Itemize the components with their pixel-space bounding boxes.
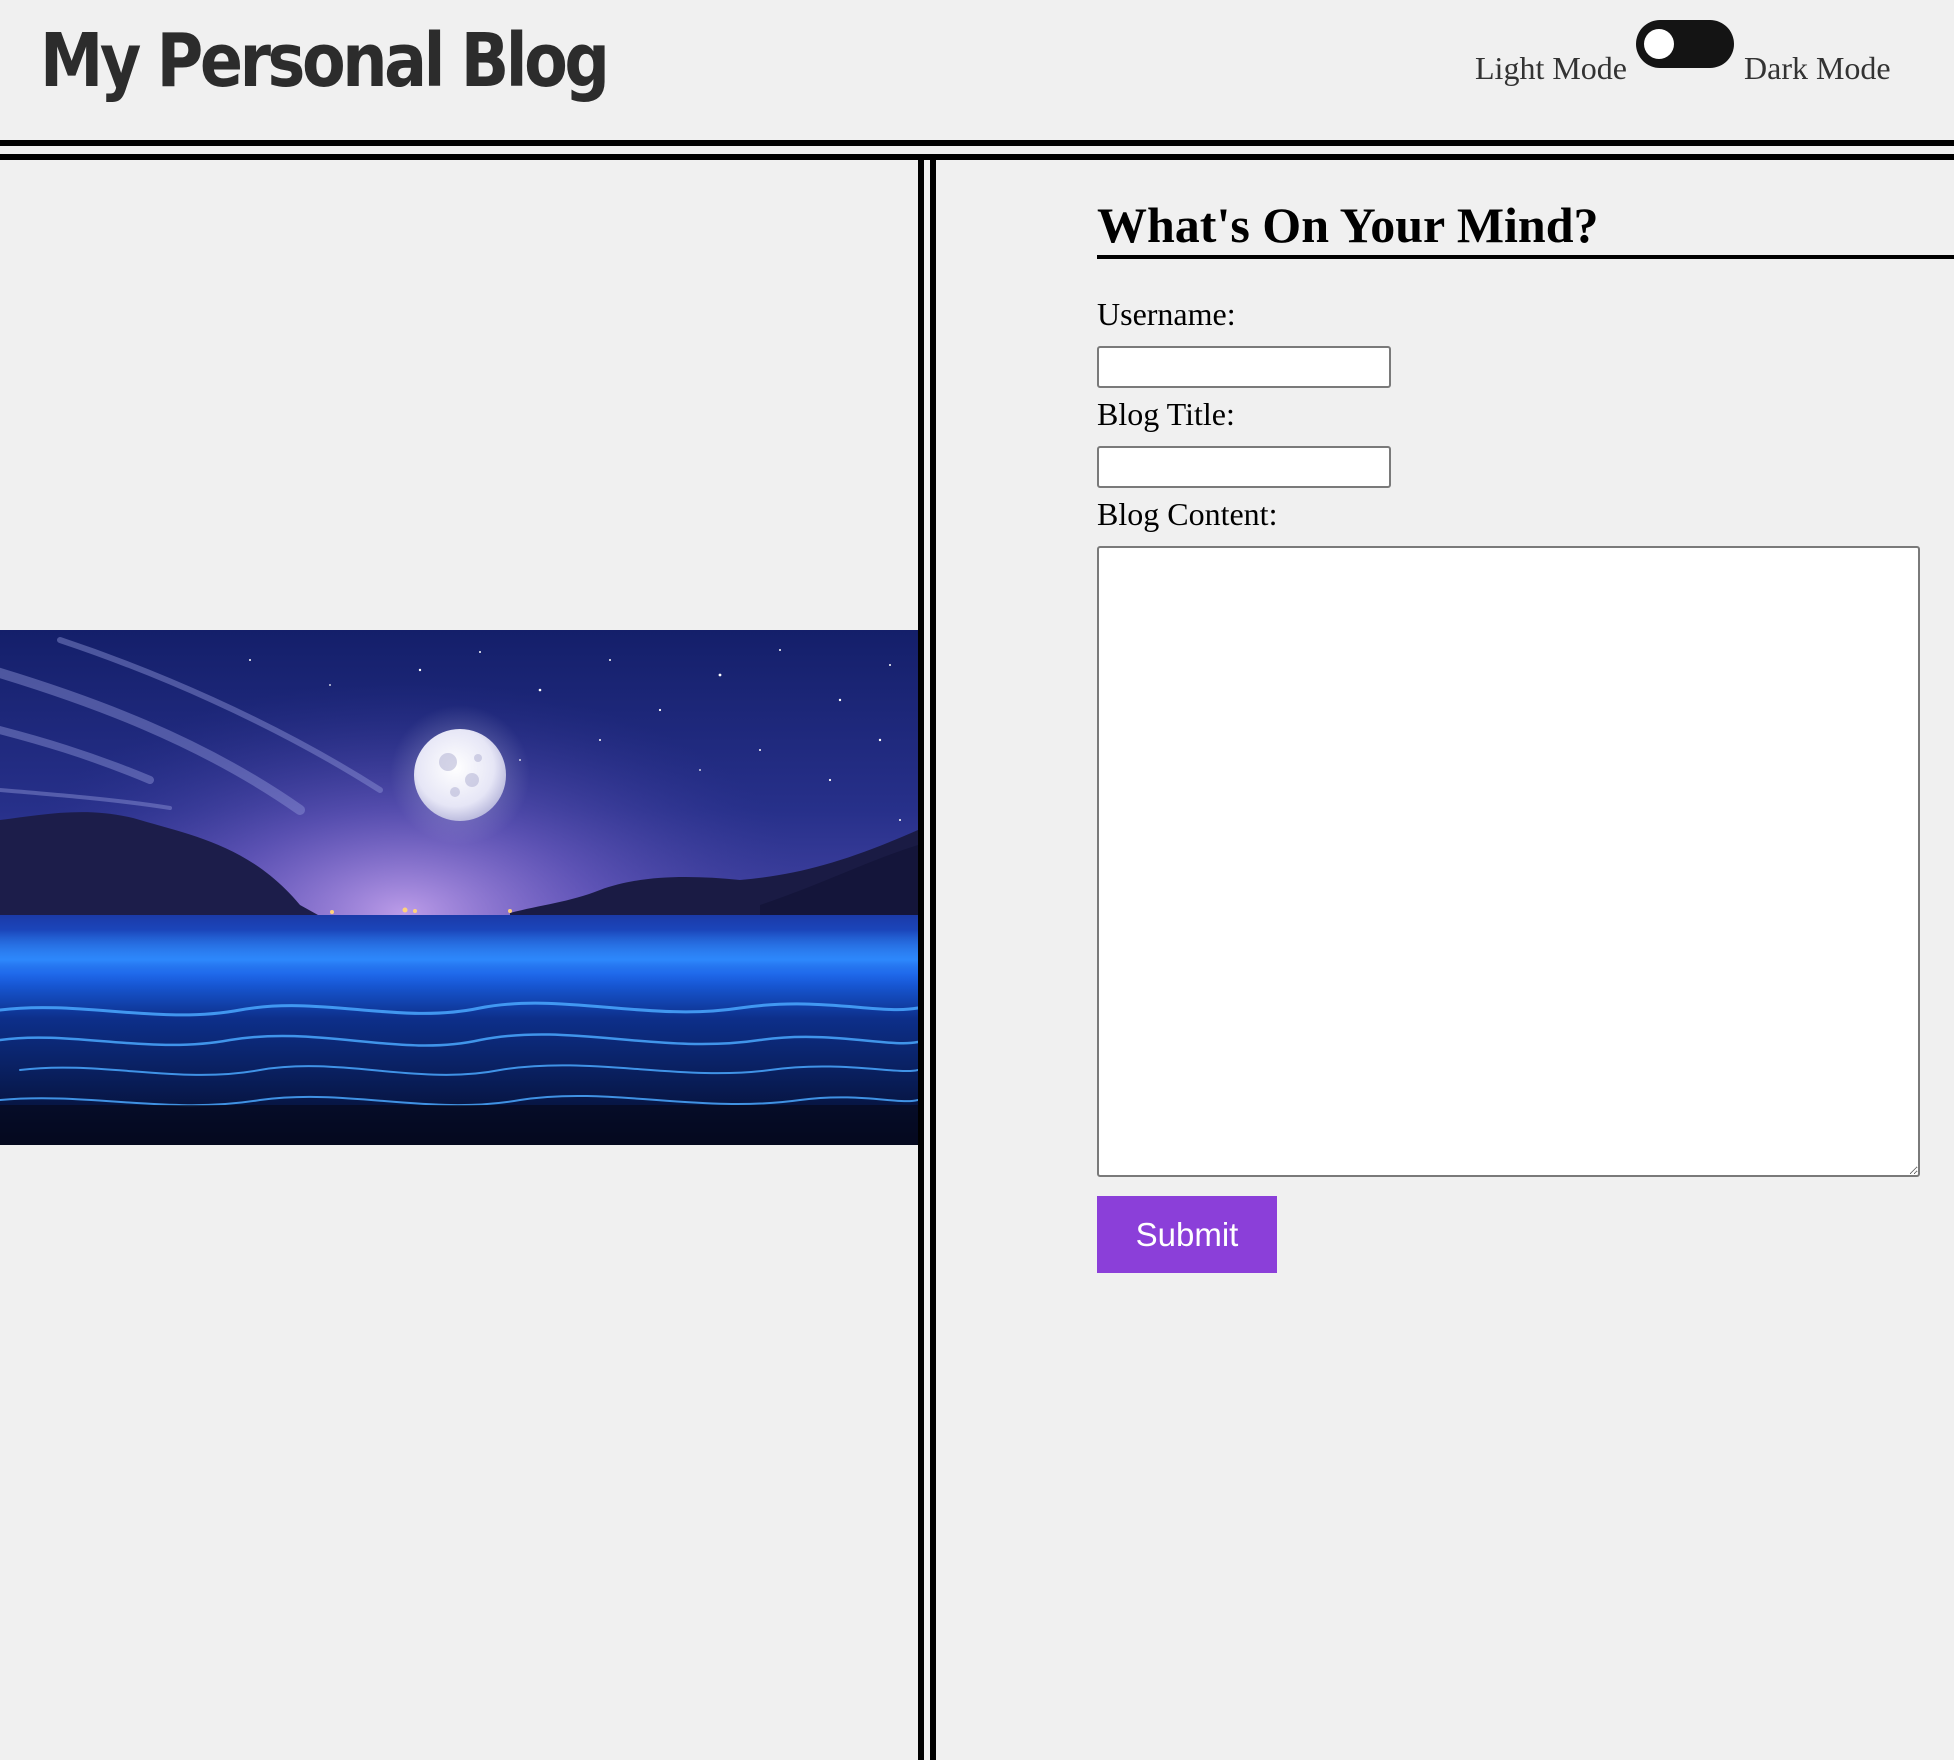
username-label: Username:	[1097, 296, 1236, 332]
site-title: My Personal Blog	[40, 18, 610, 104]
dark-mode-label: Dark Mode	[1744, 50, 1891, 86]
header-divider-top	[0, 140, 1954, 146]
blog-content-label: Blog Content:	[1097, 496, 1278, 532]
username-input[interactable]	[1097, 346, 1391, 388]
theme-toggle[interactable]	[1636, 20, 1734, 68]
toggle-knob-icon	[1644, 29, 1674, 59]
blog-title-label: Blog Title:	[1097, 396, 1235, 432]
light-mode-label: Light Mode	[1475, 50, 1627, 86]
form-heading: What's On Your Mind?	[1097, 197, 1599, 253]
column-divider-right	[930, 160, 936, 1760]
hero-image	[0, 630, 918, 1145]
header-divider-bottom	[0, 154, 1954, 160]
form-heading-underline	[1097, 255, 1954, 259]
submit-button[interactable]: Submit	[1097, 1196, 1277, 1273]
blog-content-textarea[interactable]	[1097, 546, 1920, 1177]
column-divider-left	[918, 160, 924, 1760]
blog-title-input[interactable]	[1097, 446, 1391, 488]
site-header: My Personal Blog Light Mode Dark Mode	[0, 0, 1954, 140]
